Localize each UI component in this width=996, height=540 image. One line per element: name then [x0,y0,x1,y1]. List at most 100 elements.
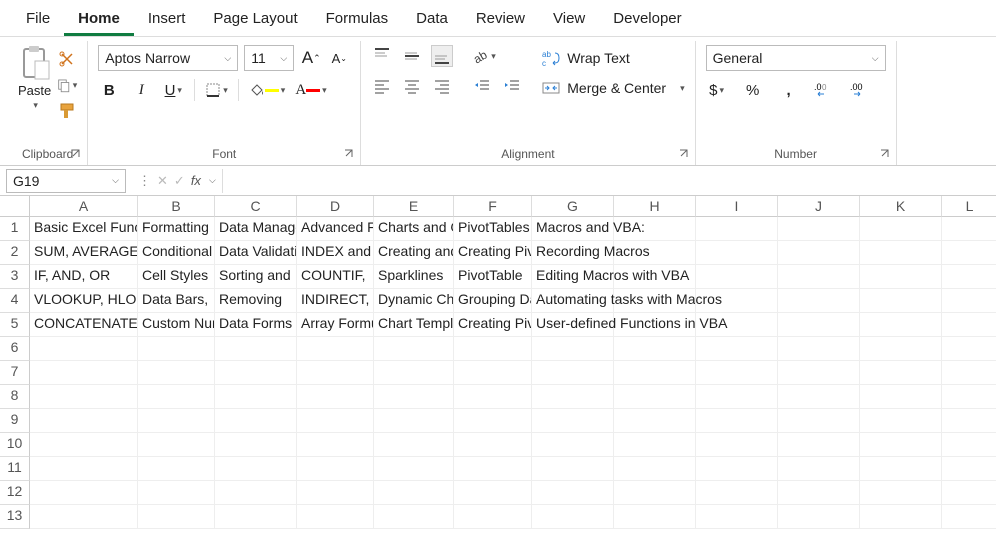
chevron-down-icon[interactable]: ▾ [223,85,228,96]
cell[interactable] [532,505,614,529]
cell[interactable] [614,385,696,409]
cell[interactable] [30,481,138,505]
increase-decimal-button[interactable]: .00 [814,79,836,101]
cell[interactable] [532,409,614,433]
cell[interactable] [860,313,942,337]
cell[interactable] [778,265,860,289]
cell[interactable] [138,481,215,505]
cell[interactable]: Basic Excel Functions [30,217,138,241]
wrap-text-button[interactable]: abc Wrap Text [541,49,684,67]
cell[interactable] [297,457,374,481]
cell[interactable] [215,337,297,361]
cell[interactable] [696,385,778,409]
row-header[interactable]: 4 [0,289,30,313]
underline-button[interactable]: U▾ [162,79,184,101]
cell[interactable] [778,313,860,337]
font-name-select[interactable]: Aptos Narrow⌵ [98,45,238,71]
cell[interactable]: Formatting [138,217,215,241]
cell[interactable] [138,433,215,457]
align-bottom-button[interactable] [431,45,453,67]
cell[interactable] [454,337,532,361]
cell[interactable] [942,361,996,385]
clipboard-launcher[interactable] [69,147,83,161]
cell[interactable] [614,481,696,505]
cell[interactable] [942,217,996,241]
cell[interactable] [30,433,138,457]
tab-formulas[interactable]: Formulas [312,4,403,36]
cell[interactable]: VLOOKUP, HLOOKUP [30,289,138,313]
cell[interactable]: Chart Templates [374,313,454,337]
col-header[interactable]: I [696,196,778,217]
cell[interactable] [614,289,696,313]
increase-indent-button[interactable] [501,75,523,97]
cell[interactable] [614,241,696,265]
cell[interactable] [614,457,696,481]
number-launcher[interactable] [878,147,892,161]
cell[interactable] [942,313,996,337]
options-icon[interactable]: ⋮ [138,173,151,189]
name-box[interactable]: G19⌵ [6,169,126,193]
decrease-font-button[interactable]: A⌄ [328,47,350,69]
tab-home[interactable]: Home [64,4,134,36]
col-header[interactable]: C [215,196,297,217]
tab-file[interactable]: File [12,4,64,36]
row-header[interactable]: 12 [0,481,30,505]
fx-icon[interactable]: fx [191,173,201,188]
cell[interactable] [860,217,942,241]
align-middle-button[interactable] [401,45,423,67]
cell[interactable] [454,385,532,409]
format-painter-button[interactable] [57,101,77,121]
chevron-down-icon[interactable]: ▾ [177,85,182,96]
cell[interactable] [532,481,614,505]
font-size-select[interactable]: 11⌵ [244,45,294,71]
tab-insert[interactable]: Insert [134,4,200,36]
cell[interactable] [532,361,614,385]
cell[interactable] [297,385,374,409]
borders-button[interactable]: ▾ [205,79,228,101]
cell[interactable] [942,505,996,529]
cell[interactable] [374,481,454,505]
row-header[interactable]: 3 [0,265,30,289]
cell[interactable] [215,409,297,433]
cell[interactable] [297,481,374,505]
cell[interactable] [860,433,942,457]
cell[interactable] [138,361,215,385]
cell[interactable] [696,265,778,289]
col-header[interactable]: D [297,196,374,217]
cell[interactable] [614,313,696,337]
chevron-down-icon[interactable]: ▾ [281,85,286,96]
cell[interactable] [454,409,532,433]
tab-review[interactable]: Review [462,4,539,36]
cell[interactable] [454,361,532,385]
cell[interactable] [532,433,614,457]
cell[interactable] [860,385,942,409]
cell[interactable] [614,217,696,241]
cell[interactable] [30,361,138,385]
cell[interactable] [297,505,374,529]
cell[interactable] [696,313,778,337]
cell[interactable]: Charts and Graphs [374,217,454,241]
chevron-down-icon[interactable]: ▾ [33,100,38,111]
cell[interactable] [614,361,696,385]
cell[interactable] [614,409,696,433]
cell[interactable] [696,457,778,481]
cell[interactable] [942,481,996,505]
cell[interactable] [297,409,374,433]
cell[interactable] [532,457,614,481]
cell[interactable] [778,337,860,361]
cell[interactable] [374,361,454,385]
cell[interactable]: Sorting and [215,265,297,289]
cell[interactable] [696,217,778,241]
cell[interactable] [374,505,454,529]
cell[interactable] [860,481,942,505]
align-left-button[interactable] [371,75,393,97]
cell[interactable] [30,505,138,529]
number-format-select[interactable]: General⌵ [706,45,886,71]
cell[interactable]: Editing Macros with VBA [532,265,614,289]
cell[interactable]: INDIRECT, [297,289,374,313]
chevron-down-icon[interactable]: ⌵ [209,175,216,186]
cell[interactable] [454,457,532,481]
cell[interactable]: Recording Macros [532,241,614,265]
font-color-button[interactable]: A▾ [295,79,326,101]
row-header[interactable]: 2 [0,241,30,265]
